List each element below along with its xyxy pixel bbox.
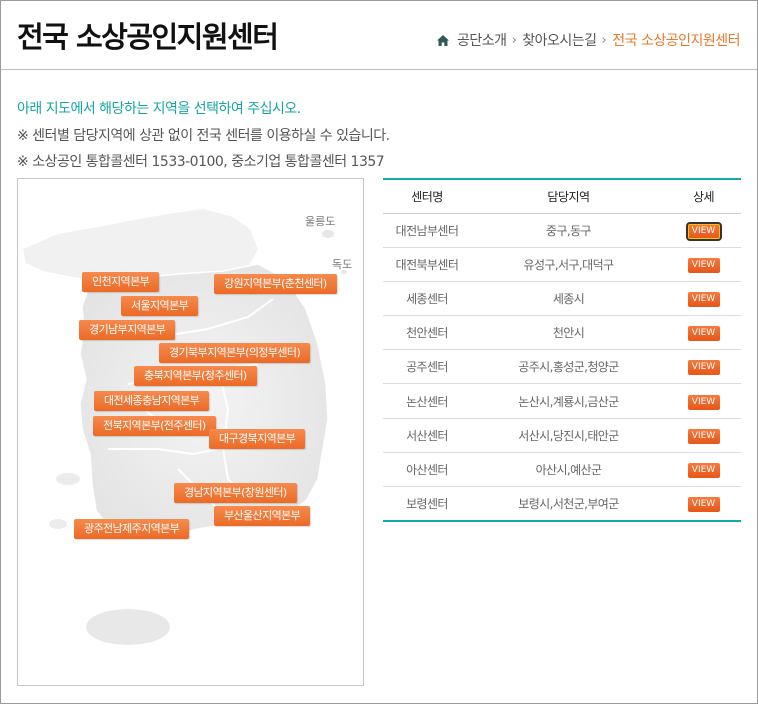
center-name: 서산센터 <box>383 418 471 453</box>
center-area: 서산시,당진시,태안군 <box>471 418 666 453</box>
home-icon[interactable] <box>437 34 450 46</box>
center-name: 대전북부센터 <box>383 247 471 282</box>
center-area: 유성구,서구,대덕구 <box>471 247 666 282</box>
region-button-daegu-gyeongbuk[interactable]: 대구경북지역본부 <box>209 429 306 449</box>
view-button[interactable]: VIEW <box>687 326 720 342</box>
center-area: 논산시,계룡시,금산군 <box>471 383 666 419</box>
view-button[interactable]: VIEW <box>685 221 722 241</box>
column-header-area: 담당지역 <box>547 189 590 204</box>
view-button[interactable]: VIEW <box>687 394 720 410</box>
view-button[interactable]: VIEW <box>687 428 720 444</box>
chevron-right-icon: › <box>511 32 517 48</box>
view-button[interactable]: VIEW <box>687 257 720 273</box>
island-label-ulleungdo: 울릉도 <box>305 215 336 228</box>
column-header-detail: 상세 <box>692 189 715 204</box>
center-name: 대전남부센터 <box>383 213 471 248</box>
table-row: 보령센터 보령시,서천군,부여군 VIEW <box>383 486 741 522</box>
region-button-gyeongnam[interactable]: 경남지역본부(창원센터) <box>174 483 297 503</box>
region-button-chungbuk[interactable]: 충북지역본부(청주센터) <box>134 366 257 386</box>
region-button-gyeonggi-south[interactable]: 경기남부지역본부 <box>79 320 176 340</box>
breadcrumb-item-about[interactable]: 공단소개 <box>457 30 507 50</box>
center-area: 세종시 <box>471 281 666 317</box>
region-button-seoul[interactable]: 서울지역본부 <box>121 296 199 316</box>
region-map: 울릉도 독도 인천지역본부 강원지역본부(춘천센터) 서울지역본부 경기남부지역… <box>17 178 364 686</box>
page-title: 전국 소상공인지원센터 <box>17 20 279 54</box>
center-name: 아산센터 <box>383 452 471 488</box>
center-area: 중구,동구 <box>471 213 666 248</box>
region-button-incheon[interactable]: 인천지역본부 <box>82 272 160 292</box>
notice-any-center: ※ 센터별 담당지역에 상관 없이 전국 센터를 이용하실 수 있습니다. <box>17 128 390 144</box>
region-button-gwangju-jeonnam-jeju[interactable]: 광주전남제주지역본부 <box>74 519 190 539</box>
table-row: 서산센터 서산시,당진시,태안군 VIEW <box>383 418 741 453</box>
notice-select-region: 아래 지도에서 해당하는 지역을 선택하여 주십시오. <box>17 101 301 117</box>
center-area: 공주시,홍성군,청양군 <box>471 349 666 385</box>
view-button[interactable]: VIEW <box>687 291 720 307</box>
center-name: 천안센터 <box>383 315 471 351</box>
center-name: 공주센터 <box>383 349 471 385</box>
breadcrumb: 공단소개 › 찾아오시는길 › 전국 소상공인지원센터 <box>437 30 740 50</box>
table-row: 대전북부센터 유성구,서구,대덕구 VIEW <box>383 247 741 282</box>
center-name: 논산센터 <box>383 383 471 419</box>
table-row: 아산센터 아산시,예산군 VIEW <box>383 452 741 488</box>
table-row: 세종센터 세종시 VIEW <box>383 281 741 317</box>
center-area: 아산시,예산군 <box>471 452 666 488</box>
view-button[interactable]: VIEW <box>687 496 720 512</box>
region-button-busan-ulsan[interactable]: 부산울산지역본부 <box>214 506 311 526</box>
view-button[interactable]: VIEW <box>687 360 720 376</box>
island-label-dokdo: 독도 <box>332 258 353 271</box>
center-name: 보령센터 <box>383 486 471 522</box>
table-row: 공주센터 공주시,홍성군,청양군 VIEW <box>383 349 741 385</box>
center-area: 천안시 <box>471 315 666 351</box>
center-area: 보령시,서천군,부여군 <box>471 486 666 522</box>
center-name: 세종센터 <box>383 281 471 317</box>
breadcrumb-item-current: 전국 소상공인지원센터 <box>612 33 740 49</box>
region-button-jeonbuk[interactable]: 전북지역본부(전주센터) <box>93 416 216 436</box>
region-button-gyeonggi-north[interactable]: 경기북부지역본부(의정부센터) <box>159 343 311 363</box>
breadcrumb-item-directions[interactable]: 찾아오시는길 <box>522 30 597 50</box>
region-button-gangwon[interactable]: 강원지역본부(춘천센터) <box>214 274 337 294</box>
table-header-row: 센터명 담당지역 상세 <box>383 179 741 213</box>
chevron-right-icon: › <box>601 32 607 48</box>
table-row: 천안센터 천안시 VIEW <box>383 315 741 351</box>
column-header-center: 센터명 <box>411 189 443 204</box>
center-table: 센터명 담당지역 상세 대전남부센터 중구,동구 VIEW 대전북부센터 유성구… <box>383 178 741 522</box>
table-row: 논산센터 논산시,계룡시,금산군 VIEW <box>383 383 741 419</box>
view-button[interactable]: VIEW <box>687 462 720 478</box>
table-row: 대전남부센터 중구,동구 VIEW <box>383 213 741 248</box>
header-divider <box>1 69 757 70</box>
notice-call-center: ※ 소상공인 통합콜센터 1533-0100, 중소기업 통합콜센터 1357 <box>17 154 385 170</box>
region-button-daejeon-sejong-chungnam[interactable]: 대전세종충남지역본부 <box>94 391 210 411</box>
